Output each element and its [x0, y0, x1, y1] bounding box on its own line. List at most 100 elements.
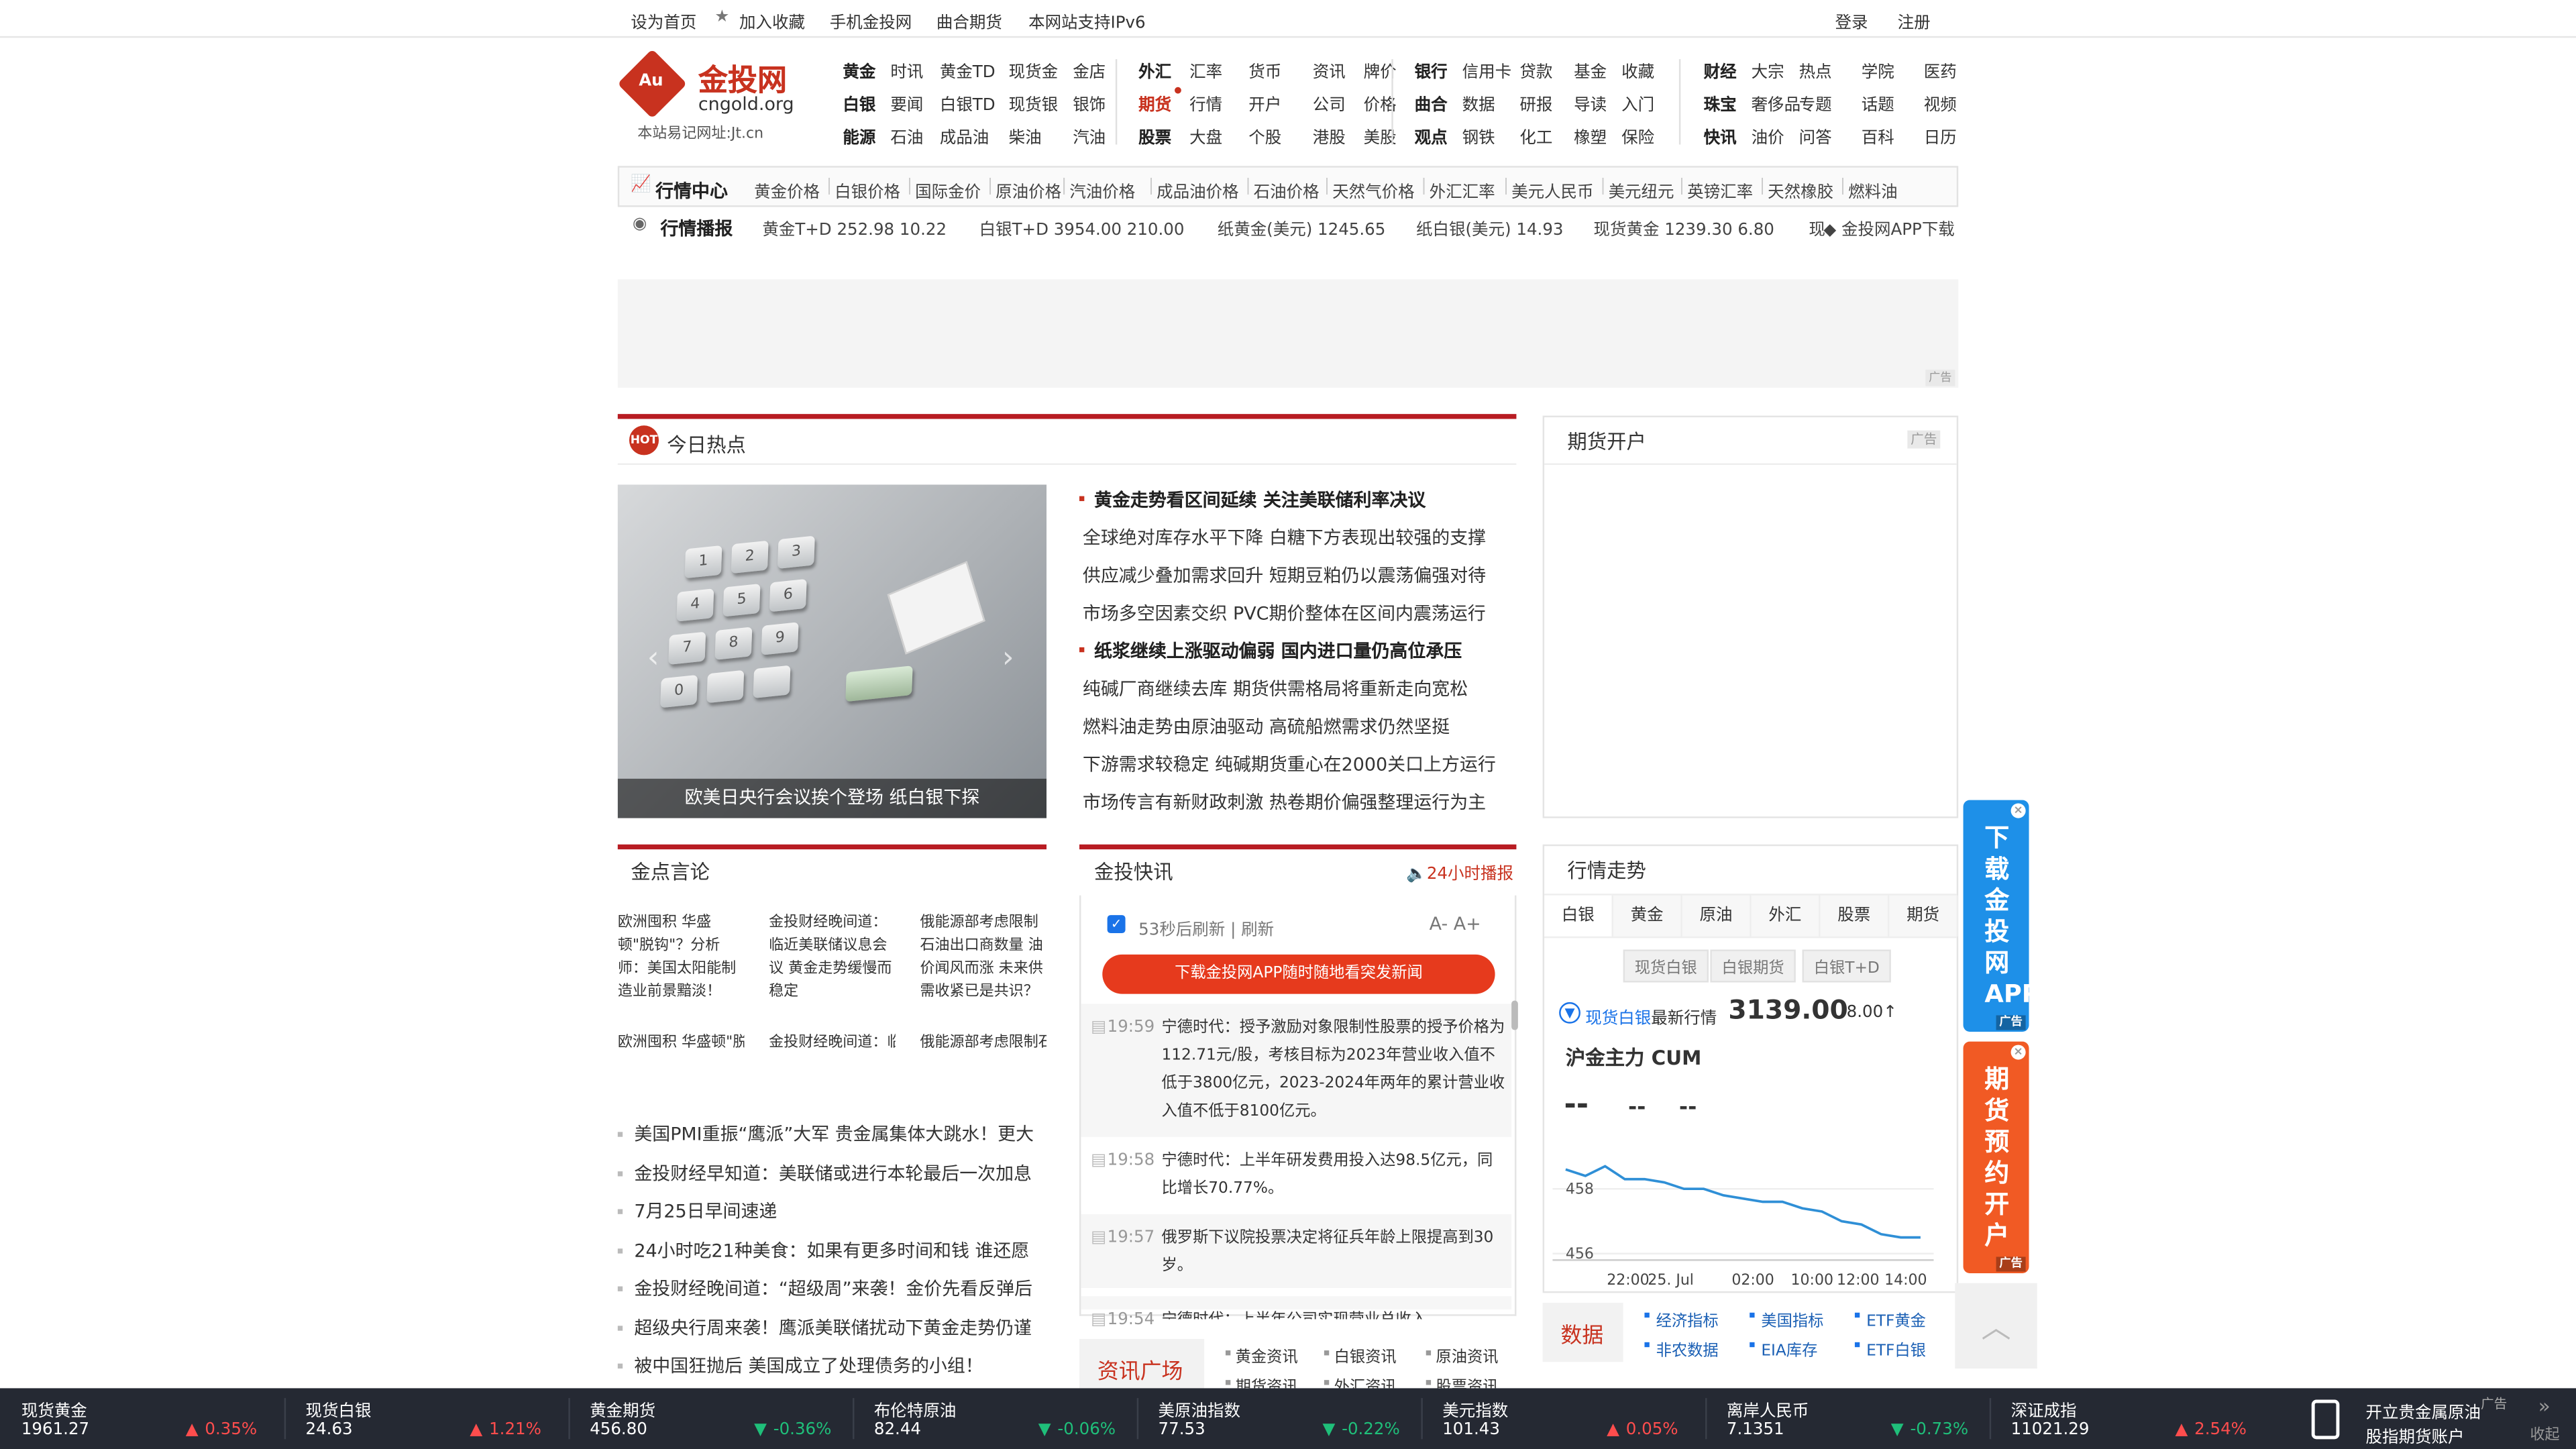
- bottom-ad-line1[interactable]: 开立贵金属原油: [2366, 1398, 2481, 1423]
- trend-tab[interactable]: 外汇: [1752, 895, 1821, 936]
- quote-link[interactable]: 成品油价格: [1157, 177, 1238, 202]
- nav-link[interactable]: 日历: [1924, 123, 1957, 148]
- ticker-item[interactable]: 现: [1809, 215, 1825, 240]
- jindian-caption[interactable]: 金投财经晚间道：临近美联储: [769, 1032, 896, 1055]
- nav-link[interactable]: 黄金: [843, 58, 875, 83]
- nav-link[interactable]: 曲合: [1415, 91, 1448, 115]
- nav-link[interactable]: 开户: [1248, 91, 1281, 115]
- quote-link[interactable]: 外汇汇率: [1430, 177, 1495, 202]
- jindian-list-item[interactable]: 24小时吃21种美食：如果有更多时间和钱 谁还愿: [634, 1236, 1046, 1263]
- ipv6-link[interactable]: 本网站支持IPv6: [1028, 8, 1146, 33]
- nav-link[interactable]: 港股: [1313, 123, 1346, 148]
- news-square-link[interactable]: 白银资讯: [1334, 1344, 1397, 1367]
- trend-tab[interactable]: 期货: [1889, 895, 1959, 936]
- nav-link[interactable]: 收藏: [1621, 58, 1654, 83]
- nav-link[interactable]: 黄金TD: [940, 58, 996, 83]
- dropdown-icon[interactable]: ▼: [1559, 1002, 1580, 1024]
- nav-link[interactable]: 专题: [1799, 91, 1832, 115]
- trend-tab[interactable]: 股票: [1820, 895, 1890, 936]
- quote-link[interactable]: 天然气价格: [1332, 177, 1414, 202]
- nav-link[interactable]: 视频: [1924, 91, 1957, 115]
- news-square-link[interactable]: 原油资讯: [1436, 1344, 1498, 1367]
- jindian-image[interactable]: 俄能源部考虑限制石油出口商数量 油价闻风而涨 未来供需收紧已是共识？: [920, 912, 1046, 1004]
- jindian-list-item[interactable]: 7月25日早间速递: [634, 1197, 1046, 1224]
- nav-link[interactable]: 能源: [843, 123, 875, 148]
- nav-link[interactable]: 资讯: [1313, 58, 1346, 83]
- nav-link[interactable]: 时讯: [890, 58, 923, 83]
- nav-link[interactable]: 汇率: [1189, 58, 1222, 83]
- data-link[interactable]: EIA库存: [1761, 1337, 1817, 1360]
- nav-link[interactable]: 行情: [1189, 91, 1222, 115]
- nav-link[interactable]: 金店: [1073, 58, 1106, 83]
- collapse-label[interactable]: 收起: [2530, 1423, 2559, 1444]
- futures-open-side-ad[interactable]: 期货预约开户 广告 ×: [1963, 1041, 2029, 1273]
- download-app-side-ad[interactable]: 下载金投网APP 广告 ×: [1963, 800, 2040, 1032]
- nav-link[interactable]: 现货银: [1009, 91, 1058, 115]
- jindian-caption[interactable]: 俄能源部考虑限制石油出口商数: [920, 1032, 1046, 1055]
- ticker-item[interactable]: 纸白银(美元) 14.93: [1416, 215, 1563, 240]
- back-to-top-button[interactable]: ︿: [1955, 1283, 2037, 1369]
- ticker-item[interactable]: 纸黄金(美元) 1245.65: [1218, 215, 1386, 240]
- quote-link[interactable]: 国际金价: [915, 177, 981, 202]
- trend-tab[interactable]: 原油: [1682, 895, 1752, 936]
- quote-link[interactable]: 原油价格: [996, 177, 1061, 202]
- nav-link[interactable]: 期货: [1138, 91, 1171, 115]
- font-size-controls[interactable]: A- A+: [1430, 914, 1481, 935]
- hot-news-item[interactable]: 纯碱厂商继续去库 期货供需格局将重新走向宽松: [1083, 676, 1468, 702]
- add-favorite-link[interactable]: 加入收藏: [739, 8, 805, 33]
- nav-link[interactable]: 话题: [1862, 91, 1894, 115]
- news-text[interactable]: 宁德时代：授予激励对象限制性股票的授予价格为112.71元/股，考核目标为202…: [1161, 1014, 1506, 1126]
- data-link[interactable]: ETF白银: [1866, 1337, 1926, 1360]
- hot-news-item[interactable]: 市场传言有新财政刺激 热卷期价偏强整理运行为主: [1083, 789, 1486, 815]
- nav-link[interactable]: 个股: [1248, 123, 1281, 148]
- nav-link[interactable]: 百科: [1862, 123, 1894, 148]
- login-link[interactable]: 登录: [1835, 8, 1868, 33]
- hot-news-item[interactable]: 纸浆继续上涨驱动偏弱 国内进口量仍高位承压: [1094, 637, 1462, 663]
- quote-link[interactable]: 石油价格: [1254, 177, 1320, 202]
- refresh-status[interactable]: 53秒后刷新 | 刷新: [1138, 915, 1274, 940]
- close-icon[interactable]: ×: [2010, 1044, 2026, 1060]
- nav-link[interactable]: 医药: [1924, 58, 1957, 83]
- hot-news-item[interactable]: 全球绝对库存水平下降 白糖下方表现出较强的支撑: [1083, 524, 1486, 550]
- nav-link[interactable]: 成品油: [940, 123, 989, 148]
- news-text[interactable]: 宁德时代：上半年研发费用投入达98.5亿元，同比增长70.77%。: [1161, 1146, 1506, 1202]
- nav-link[interactable]: 奢侈品: [1752, 91, 1801, 115]
- data-link[interactable]: ETF黄金: [1866, 1307, 1926, 1331]
- jindian-list-item[interactable]: 美国PMI重振“鹰派”大军 贵金属集体大跳水！更大: [634, 1120, 1046, 1146]
- nav-link[interactable]: 财经: [1704, 58, 1737, 83]
- live-broadcast-link[interactable]: 🔈24小时播报: [1406, 859, 1513, 884]
- quote-link[interactable]: 天然橡胶: [1768, 177, 1833, 202]
- news-square-link[interactable]: 期货资讯: [1236, 1373, 1298, 1389]
- bottom-ad-line2[interactable]: 股指期货账户: [2366, 1423, 2465, 1448]
- jindian-caption[interactable]: 欧洲囤积 华盛顿"脱钩"？分析: [618, 1032, 745, 1055]
- register-link[interactable]: 注册: [1898, 8, 1931, 33]
- trend-subtab[interactable]: 白银期货: [1710, 949, 1796, 983]
- nav-link[interactable]: 汽油: [1073, 123, 1106, 148]
- news-square-link[interactable]: 黄金资讯: [1236, 1344, 1298, 1367]
- nav-link[interactable]: 化工: [1519, 123, 1552, 148]
- nav-link[interactable]: 公司: [1313, 91, 1346, 115]
- jindian-image[interactable]: 欧洲囤积 华盛顿"脱钩"？分析师：美国太阳能制造业前景黯淡！: [618, 912, 745, 1004]
- news-square-link[interactable]: 外汇资讯: [1334, 1373, 1397, 1389]
- app-download-link[interactable]: ◆ 金投网APP下载: [1823, 215, 1954, 240]
- nav-link[interactable]: 大盘: [1189, 123, 1222, 148]
- nav-link[interactable]: 导读: [1574, 91, 1607, 115]
- nav-link[interactable]: 银行: [1415, 58, 1448, 83]
- nav-link[interactable]: 外汇: [1138, 58, 1171, 83]
- nav-link[interactable]: 问答: [1799, 123, 1832, 148]
- nav-link[interactable]: 橡塑: [1574, 123, 1607, 148]
- hot-news-item[interactable]: 供应减少叠加需求回升 短期豆粕仍以震荡偏强对待: [1083, 562, 1486, 588]
- quote-link[interactable]: 英镑汇率: [1687, 177, 1753, 202]
- carousel-caption[interactable]: 欧美日央行会议挨个登场 纸白银下探: [617, 778, 1047, 818]
- ticker-item[interactable]: 白银T+D 3954.00 210.00: [979, 215, 1185, 240]
- nav-link[interactable]: 大宗: [1752, 58, 1784, 83]
- trend-subtab[interactable]: 白银T+D: [1802, 949, 1892, 983]
- nav-link[interactable]: 银饰: [1073, 91, 1106, 115]
- collapse-icon[interactable]: »: [2538, 1395, 2551, 1417]
- qufu-futures-link[interactable]: 曲合期货: [936, 8, 1002, 33]
- download-app-button[interactable]: 下载金投网APP随时随地看突发新闻: [1102, 954, 1495, 994]
- nav-link[interactable]: 油价: [1752, 123, 1784, 148]
- hot-news-item[interactable]: 下游需求较稳定 纯碱期货重心在2000关口上方运行: [1083, 751, 1496, 777]
- close-icon[interactable]: ×: [2010, 803, 2026, 818]
- nav-link[interactable]: 股票: [1138, 123, 1171, 148]
